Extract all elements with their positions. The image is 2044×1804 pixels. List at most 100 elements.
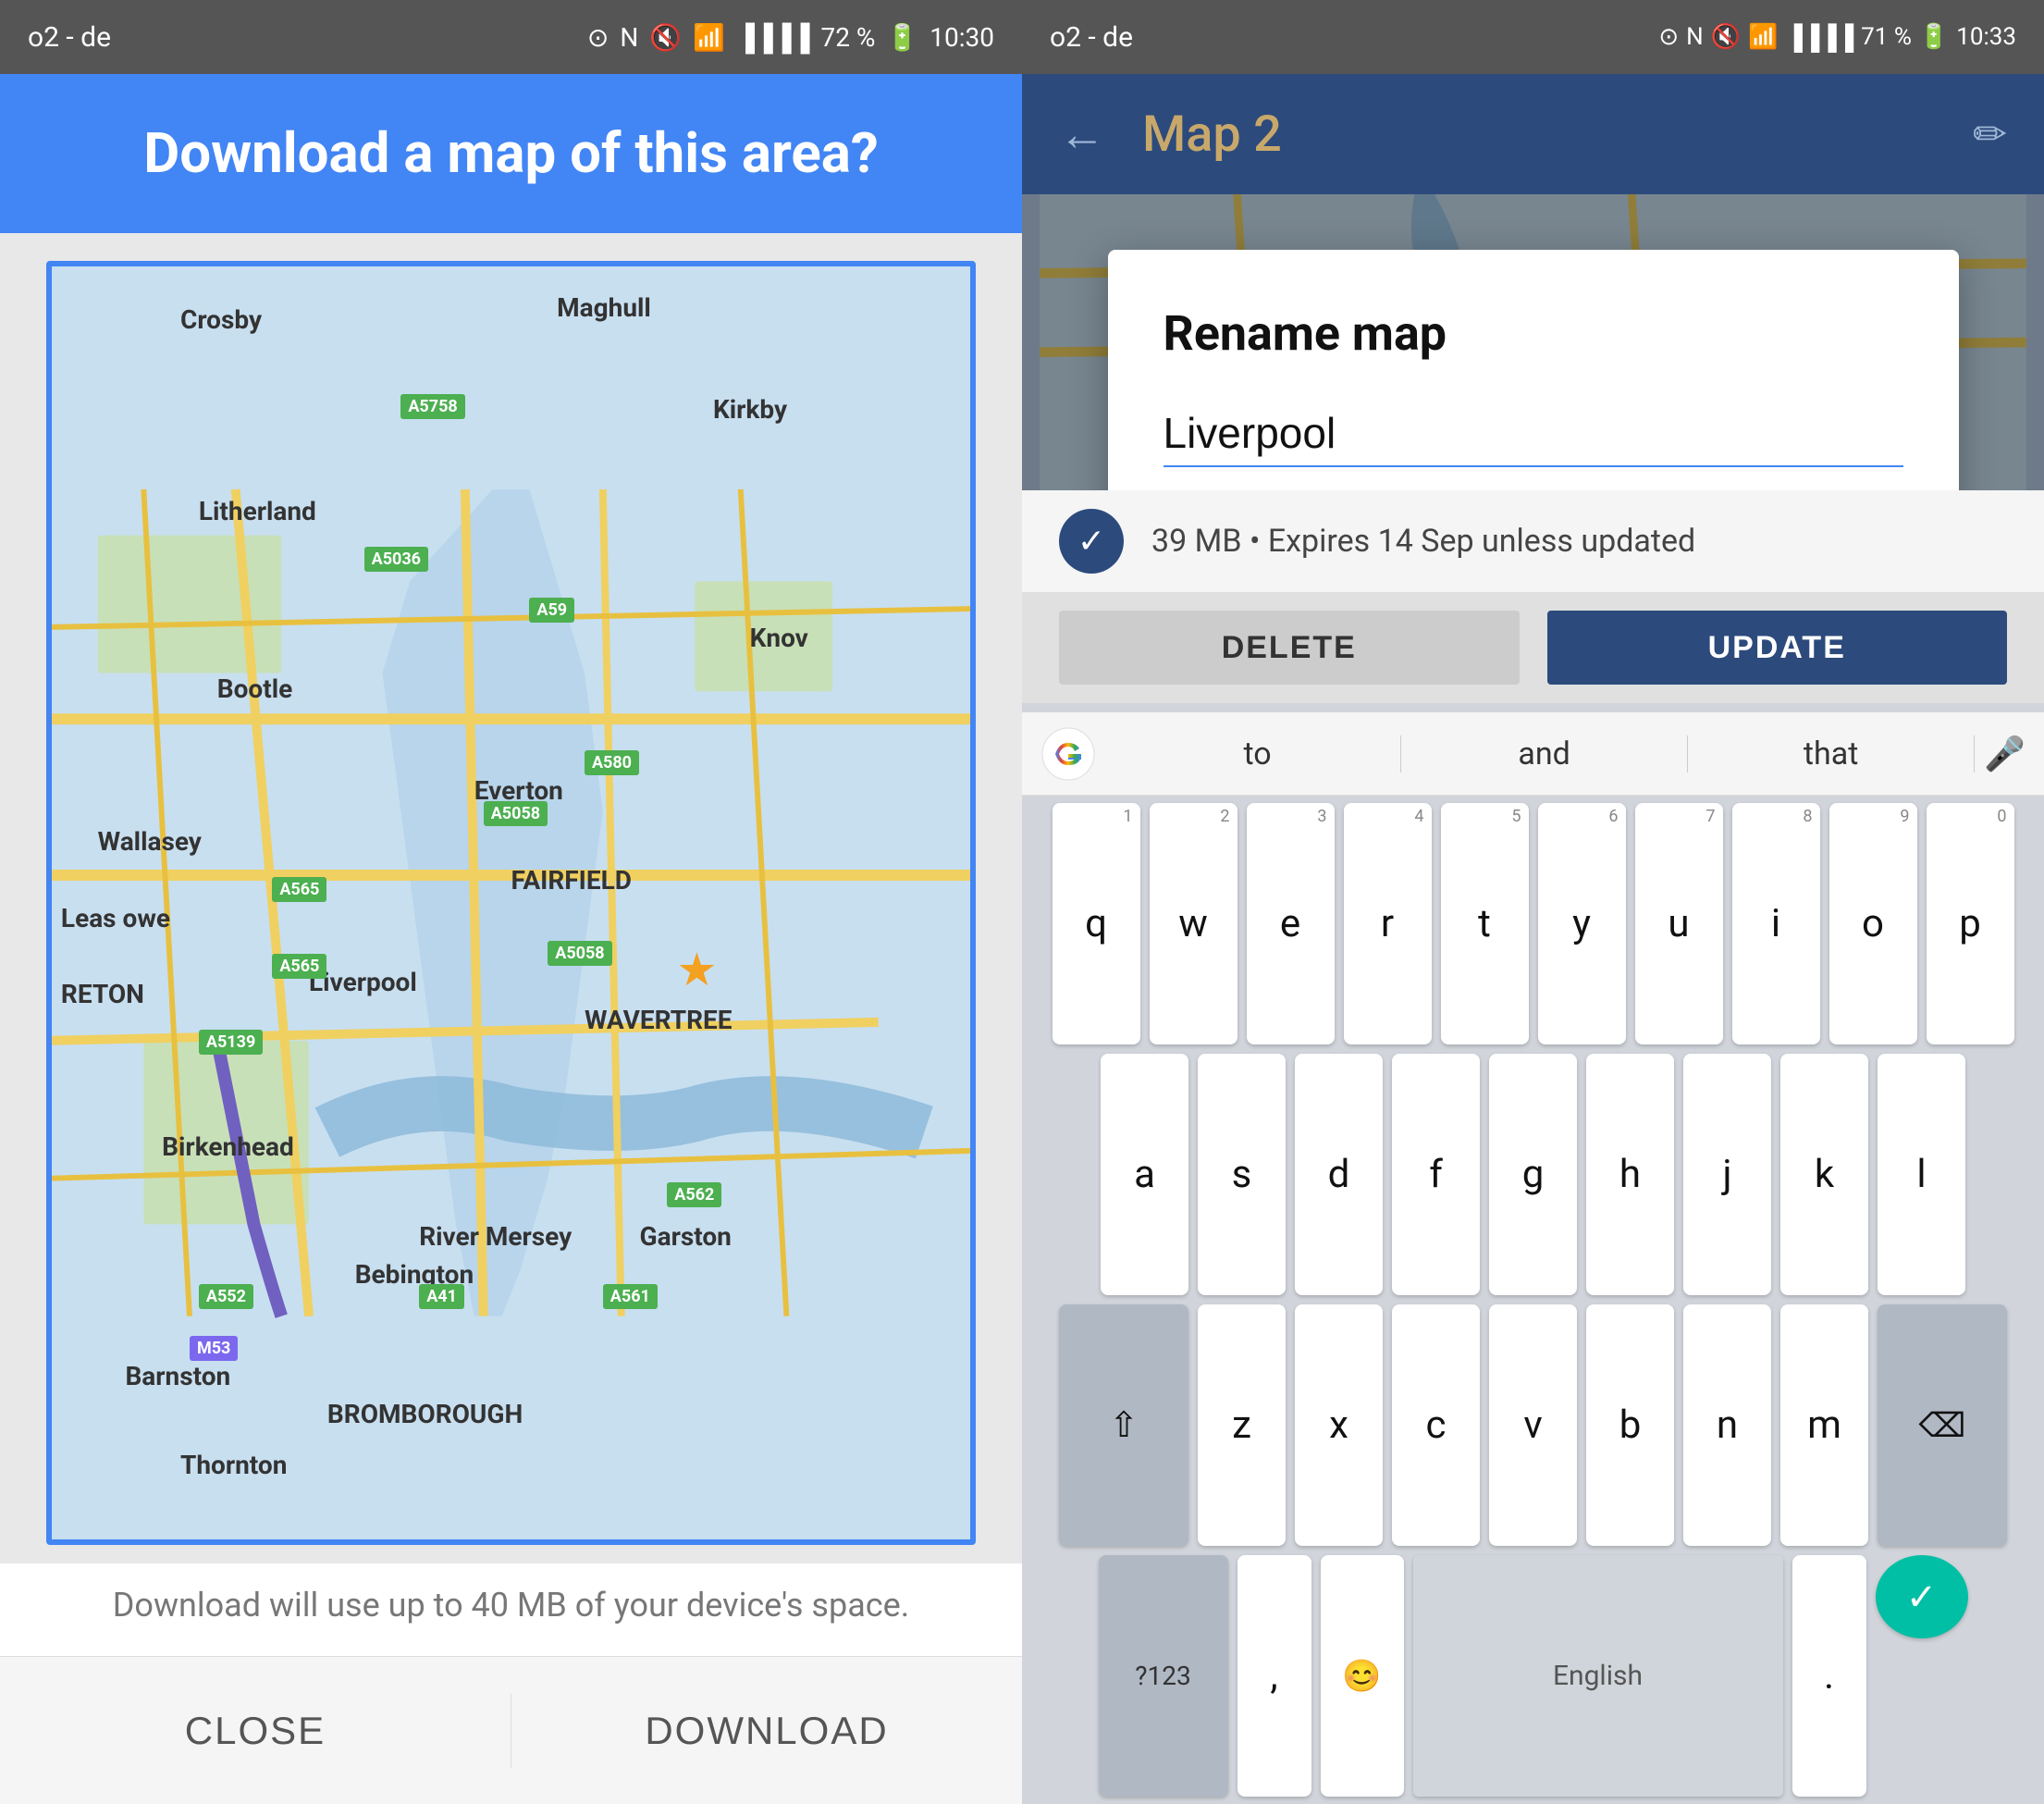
road-badge-a561: A561 [603, 1284, 658, 1309]
key-v[interactable]: v [1489, 1304, 1577, 1546]
key-k[interactable]: k [1780, 1054, 1868, 1295]
nfc-icon-r: N [1686, 23, 1704, 51]
signal-icon: ▐▐▐▐ [736, 22, 809, 53]
rename-input[interactable] [1164, 408, 1903, 458]
key-x[interactable]: x [1295, 1304, 1383, 1546]
map-area: ★ Crosby Maghull Kirkby Litherland Bootl… [46, 261, 976, 1545]
location-icon: ⊙ [587, 22, 609, 53]
update-button[interactable]: UPDATE [1547, 611, 2008, 685]
status-bar-left: o2 - de ⊙ N 🔇 📶 ▐▐▐▐ 72 % 🔋 10:30 [0, 0, 1022, 74]
battery-icon-left: 🔋 [886, 22, 918, 53]
road-badge-a5036: A5036 [364, 547, 428, 572]
nfc-icon: N [620, 22, 638, 53]
road-badge-a41: A41 [419, 1284, 464, 1309]
time-right: 10:33 [1956, 23, 2016, 51]
bottom-bar-left: CLOSE DOWNLOAD [0, 1656, 1022, 1804]
right-panel: o2 - de ⊙ N 🔇 📶 ▐▐▐▐ 71 % 🔋 10:33 ← Map … [1022, 0, 2044, 1804]
key-m[interactable]: m [1780, 1304, 1868, 1546]
rename-dialog: Rename map CANCEL SAVE [1108, 250, 1959, 490]
key-y[interactable]: 6y [1538, 803, 1626, 1044]
numbers-key[interactable]: ?123 [1099, 1555, 1228, 1797]
svg-text:★: ★ [676, 944, 718, 997]
key-j[interactable]: j [1683, 1054, 1771, 1295]
key-c[interactable]: c [1392, 1304, 1480, 1546]
road-badge-a5139: A5139 [199, 1030, 263, 1055]
map-title: Map 2 [1142, 105, 1936, 164]
road-badge-a552: A552 [199, 1284, 253, 1309]
key-u[interactable]: 7u [1635, 803, 1723, 1044]
key-e[interactable]: 3e [1247, 803, 1335, 1044]
key-w[interactable]: 2w [1150, 803, 1237, 1044]
key-n[interactable]: n [1683, 1304, 1771, 1546]
google-logo [1040, 726, 1096, 782]
key-f[interactable]: f [1392, 1054, 1480, 1295]
suggestion-that[interactable]: that [1688, 735, 1975, 772]
suggestion-to[interactable]: to [1114, 735, 1401, 772]
check-icon: ✓ [1077, 522, 1105, 561]
done-key[interactable]: ✓ [1876, 1555, 1968, 1638]
battery-left: 72 % [820, 22, 875, 53]
key-comma[interactable]: , [1237, 1555, 1311, 1797]
key-h[interactable]: h [1586, 1054, 1674, 1295]
road-badge-a565-1: A565 [272, 877, 326, 902]
road-badge-a59: A59 [529, 598, 574, 623]
key-o[interactable]: 9o [1829, 803, 1917, 1044]
back-button[interactable]: ← [1059, 107, 1105, 162]
edit-button[interactable]: ✏ [1973, 110, 2007, 158]
road-badge-a5058-1: A5058 [484, 801, 548, 826]
left-panel: o2 - de ⊙ N 🔇 📶 ▐▐▐▐ 72 % 🔋 10:30 Downlo… [0, 0, 1022, 1804]
action-buttons-row: DELETE UPDATE [1022, 592, 2044, 703]
emoji-key[interactable]: 😊 [1321, 1555, 1404, 1797]
battery-icon-right: 🔋 [1919, 23, 1949, 51]
dialog-header: Download a map of this area? [0, 74, 1022, 233]
map-background: ★ Crosby Maghull Kirkby Litherland Bootl… [52, 266, 970, 1539]
backspace-key[interactable]: ⌫ [1878, 1304, 2007, 1546]
mic-button[interactable]: 🎤 [1984, 735, 2026, 773]
delete-button[interactable]: DELETE [1059, 611, 1520, 685]
status-bar-right: o2 - de ⊙ N 🔇 📶 ▐▐▐▐ 71 % 🔋 10:33 [1022, 0, 2044, 74]
key-l[interactable]: l [1878, 1054, 1965, 1295]
road-badge-a580: A580 [585, 750, 639, 775]
keyboard-rows: 1q 2w 3e 4r 5t 6y 7u 8i 9o 0p a s d f g … [1022, 796, 2044, 1804]
wifi-icon-r: 📶 [1748, 23, 1778, 51]
key-row-3: ⇧ z x c v b n m ⌫ [1031, 1304, 2035, 1546]
map-preview-area: dens com Rename map CANCEL SAVE [1022, 194, 2044, 490]
rename-dialog-title: Rename map [1164, 305, 1903, 362]
key-period[interactable]: . [1792, 1555, 1866, 1797]
map-check-icon: ✓ [1059, 509, 1124, 574]
mute-icon: 🔇 [649, 22, 682, 53]
suggestion-and[interactable]: and [1401, 735, 1688, 772]
key-row-2: a s d f g h j k l [1031, 1054, 2035, 1295]
key-t[interactable]: 5t [1441, 803, 1529, 1044]
key-a[interactable]: a [1101, 1054, 1188, 1295]
key-r[interactable]: 4r [1344, 803, 1432, 1044]
space-key[interactable]: English [1413, 1555, 1783, 1797]
key-p[interactable]: 0p [1927, 803, 2014, 1044]
status-icons-right: ⊙ N 🔇 📶 ▐▐▐▐ 71 % 🔋 10:33 [1658, 23, 2016, 52]
location-icon-r: ⊙ [1658, 23, 1679, 51]
map-info-size: 39 MB • Expires 14 Sep unless updated [1151, 523, 2007, 560]
key-row-4: ?123 , 😊 English . ✓ [1031, 1555, 2035, 1797]
road-badge-a565-2: A565 [272, 954, 326, 979]
download-button[interactable]: DOWNLOAD [511, 1657, 1022, 1804]
key-g[interactable]: g [1489, 1054, 1577, 1295]
key-d[interactable]: d [1295, 1054, 1383, 1295]
carrier-left: o2 - de [28, 21, 111, 54]
close-button[interactable]: CLOSE [0, 1657, 511, 1804]
mute-icon-r: 🔇 [1711, 23, 1741, 51]
battery-right: 71 % [1861, 23, 1912, 51]
key-b[interactable]: b [1586, 1304, 1674, 1546]
wifi-icon: 📶 [693, 22, 725, 53]
shift-key[interactable]: ⇧ [1059, 1304, 1188, 1546]
map-info-row: ✓ 39 MB • Expires 14 Sep unless updated [1022, 490, 2044, 592]
key-z[interactable]: z [1198, 1304, 1286, 1546]
road-badge-m53: M53 [190, 1336, 238, 1361]
key-s[interactable]: s [1198, 1054, 1286, 1295]
rename-input-container [1164, 408, 1903, 467]
road-badge-a562: A562 [667, 1182, 721, 1207]
map-info-text: Download will use up to 40 MB of your de… [0, 1563, 1022, 1656]
carrier-right: o2 - de [1050, 21, 1133, 54]
time-left: 10:30 [930, 22, 994, 53]
key-i[interactable]: 8i [1732, 803, 1820, 1044]
key-q[interactable]: 1q [1053, 803, 1140, 1044]
